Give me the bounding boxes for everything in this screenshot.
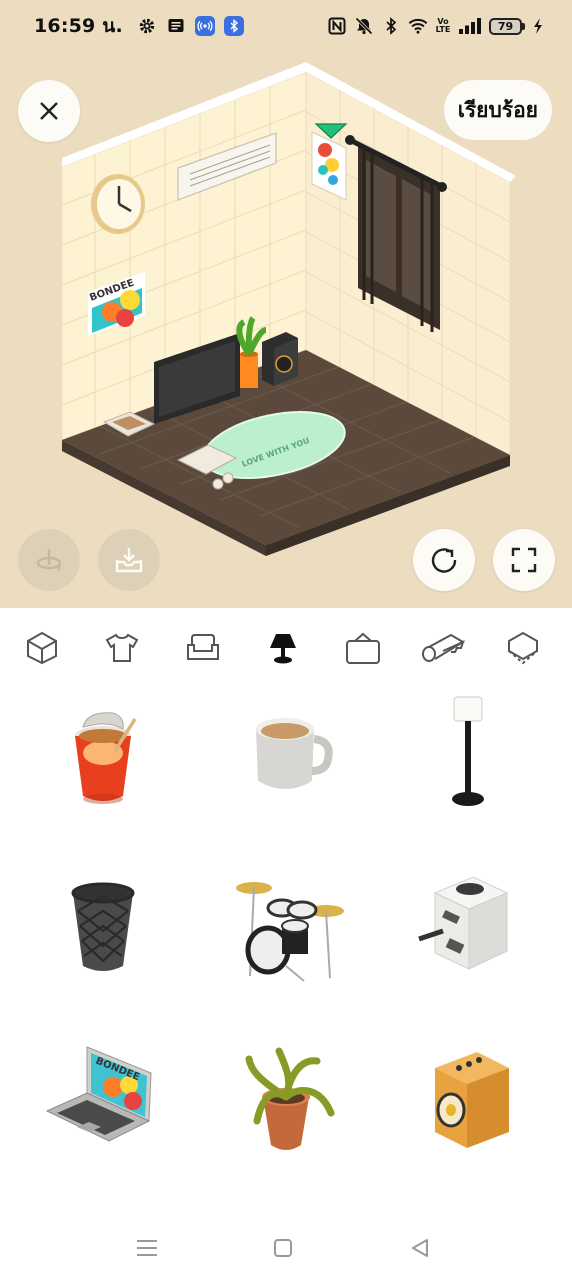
reset-button[interactable] xyxy=(413,529,475,591)
battery-tip xyxy=(522,22,525,30)
cube-icon xyxy=(27,631,57,665)
tab-furniture[interactable] xyxy=(181,628,225,668)
charging-icon xyxy=(532,16,544,36)
wall-frame-icon xyxy=(346,632,380,664)
coffee-mug-icon xyxy=(256,718,333,789)
espresso-machine-icon xyxy=(418,876,509,970)
floor-lamp-icon xyxy=(452,696,484,806)
tab-decor[interactable] xyxy=(261,628,305,668)
rotate-icon xyxy=(36,549,62,572)
menu-icon xyxy=(137,1240,157,1256)
broadcast-icon xyxy=(194,16,215,36)
laptop-icon: BONDEE xyxy=(45,1046,152,1142)
lamp-icon xyxy=(270,634,296,664)
category-tabs xyxy=(0,608,572,686)
floor-roll-icon xyxy=(422,633,465,662)
cup-noodle-icon xyxy=(75,712,137,804)
status-left-icons xyxy=(137,16,244,36)
nav-home-button[interactable] xyxy=(263,1228,303,1268)
item-potted-plant[interactable] xyxy=(221,1036,351,1166)
wifi-icon xyxy=(408,16,428,36)
item-espresso-machine[interactable] xyxy=(403,861,533,991)
wall-icon xyxy=(508,631,538,665)
back-icon xyxy=(412,1239,428,1257)
close-button[interactable] xyxy=(18,80,80,142)
status-right-icons: Vo LTE 79 xyxy=(327,16,544,36)
tab-clothes[interactable] xyxy=(100,628,144,668)
item-floor-lamp[interactable] xyxy=(403,686,533,816)
waste-basket-icon xyxy=(71,882,135,971)
system-nav-bar xyxy=(0,1206,572,1280)
gear-icon xyxy=(137,16,157,36)
sofa-icon xyxy=(187,634,219,660)
shirt-icon xyxy=(105,633,139,662)
tab-room[interactable] xyxy=(20,628,64,668)
tab-wallpaper[interactable] xyxy=(501,628,545,668)
item-waste-basket[interactable] xyxy=(38,861,168,991)
item-laptop[interactable]: BONDEE xyxy=(38,1036,168,1166)
tray-download-icon xyxy=(115,548,143,573)
drum-set-icon xyxy=(236,882,344,982)
rotate-button[interactable] xyxy=(18,529,80,591)
home-icon xyxy=(274,1239,292,1257)
close-icon xyxy=(40,102,58,120)
bluetooth-app-icon xyxy=(223,16,244,36)
nav-menu-button[interactable] xyxy=(127,1228,167,1268)
message-icon xyxy=(166,16,186,36)
refresh-icon xyxy=(431,548,457,573)
item-speaker[interactable] xyxy=(403,1036,533,1166)
battery-indicator: 79 xyxy=(489,17,525,35)
item-coffee-mug[interactable] xyxy=(221,686,351,816)
potted-plant-icon xyxy=(245,1047,335,1150)
tab-floor[interactable] xyxy=(421,628,465,668)
mute-icon xyxy=(354,16,374,36)
fullscreen-icon xyxy=(511,547,537,573)
speaker-icon xyxy=(435,1052,509,1148)
screen: 16:59 น. Vo LTE 79 BONDEE LOVE WITH YOU … xyxy=(0,0,572,1280)
volte-icon: Vo LTE xyxy=(435,17,451,34)
item-cup-noodle[interactable] xyxy=(38,686,168,816)
status-bar: 16:59 น. Vo LTE 79 xyxy=(0,0,572,52)
fullscreen-button[interactable] xyxy=(493,529,555,591)
status-time: 16:59 น. xyxy=(34,15,123,37)
bluetooth-icon xyxy=(381,16,401,36)
item-drum-set[interactable] xyxy=(221,861,351,991)
done-button[interactable]: เรียบร้อย xyxy=(443,80,552,140)
room-preview[interactable]: BONDEE LOVE WITH YOU เรียบร้อย xyxy=(0,52,572,608)
nav-back-button[interactable] xyxy=(400,1228,440,1268)
nfc-icon xyxy=(327,16,347,36)
save-button[interactable] xyxy=(98,529,160,591)
signal-icon xyxy=(458,16,482,36)
battery-level: 79 xyxy=(489,17,522,35)
item-grid: BONDEE xyxy=(0,686,572,1206)
tab-wall[interactable] xyxy=(341,628,385,668)
